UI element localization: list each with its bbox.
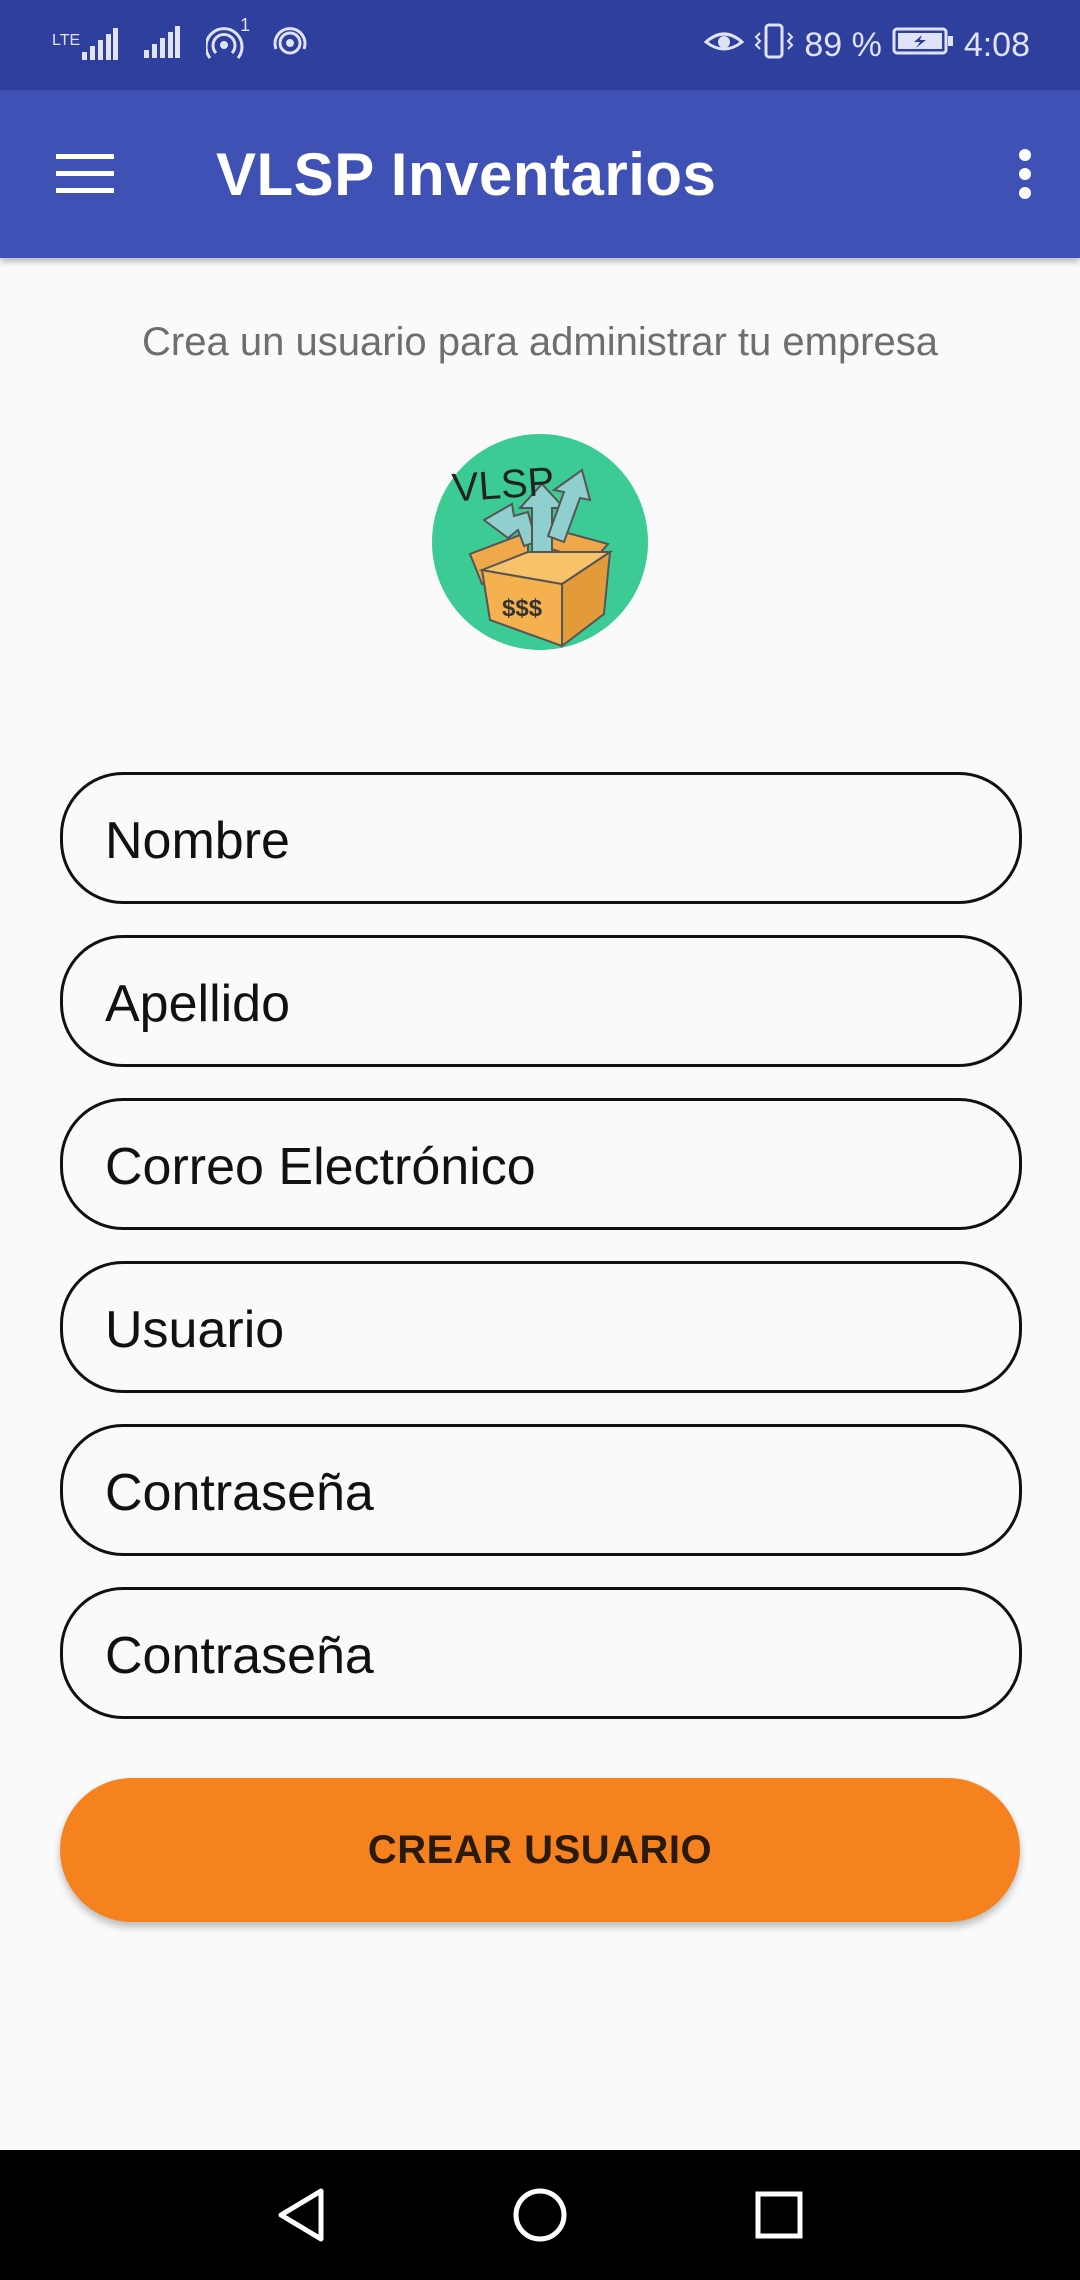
battery-charging-icon [892, 26, 954, 65]
lte-signal-icon: LTE [52, 28, 119, 62]
hamburger-menu-icon[interactable] [40, 134, 130, 214]
email-field[interactable]: Correo Electrónico [60, 1098, 1022, 1230]
hotspot-icon: 1 [204, 15, 250, 66]
wireless-icon [272, 25, 308, 66]
home-icon[interactable] [495, 2170, 585, 2260]
status-bar: LTE 1 89 % 4:08 [0, 0, 1080, 90]
password-placeholder: Contraseña [105, 1464, 374, 1522]
battery-percent: 89 % [804, 25, 882, 64]
first-name-placeholder: Nombre [105, 812, 290, 870]
more-vertical-icon[interactable] [990, 134, 1060, 214]
last-name-field[interactable]: Apellido [60, 935, 1022, 1067]
clock: 4:08 [963, 25, 1030, 64]
eye-comfort-icon [703, 26, 745, 65]
confirm-password-field[interactable]: Contraseña [60, 1587, 1022, 1719]
username-placeholder: Usuario [105, 1301, 285, 1359]
password-field[interactable]: Contraseña [60, 1424, 1022, 1556]
system-nav-bar [0, 2150, 1080, 2280]
create-user-label: CREAR USUARIO [367, 1827, 713, 1872]
notification-count: 1 [240, 14, 251, 35]
first-name-field[interactable]: Nombre [60, 772, 1022, 904]
network-label: LTE [52, 32, 81, 49]
last-name-placeholder: Apellido [105, 975, 291, 1033]
create-user-button[interactable]: CREAR USUARIO [60, 1778, 1020, 1922]
signal-icon [144, 25, 181, 65]
confirm-password-placeholder: Contraseña [105, 1627, 374, 1685]
vibrate-icon [754, 23, 794, 68]
username-field[interactable]: Usuario [60, 1261, 1022, 1393]
email-placeholder: Correo Electrónico [105, 1138, 536, 1196]
logo-box-text: $$$ [502, 595, 543, 622]
app-logo: VLSP $$$ [432, 434, 648, 650]
app-bar: VLSP Inventarios [0, 90, 1080, 258]
recents-icon[interactable] [734, 2170, 824, 2260]
status-left: LTE 1 [52, 15, 308, 70]
page-subtitle: Crea un usuario para administrar tu empr… [142, 320, 938, 364]
status-right: 89 % 4:08 [703, 20, 1030, 70]
app-title: VLSP Inventarios [216, 141, 717, 208]
logo-text: VLSP [451, 460, 556, 511]
back-icon[interactable] [256, 2170, 346, 2260]
